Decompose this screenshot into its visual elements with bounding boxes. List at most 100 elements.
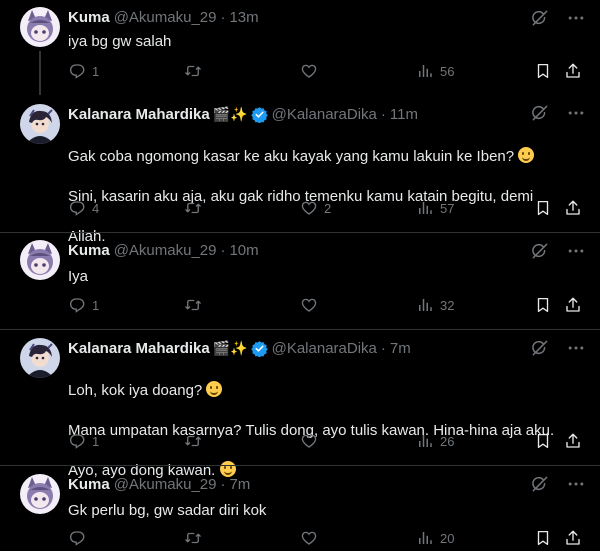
author-handle[interactable]: @KalanaraDika <box>272 106 377 123</box>
grok-icon[interactable] <box>530 338 550 358</box>
tweet-4[interactable]: Kalanara Mahardika 🎬✨ @KalanaraDika · 7m… <box>0 330 600 479</box>
avatar-kuma[interactable] <box>20 474 60 514</box>
avatar-kuma[interactable] <box>20 7 60 47</box>
like-icon <box>300 529 318 547</box>
author-name[interactable]: Kuma <box>68 9 110 26</box>
more-icon[interactable] <box>566 8 586 28</box>
bookmark-button[interactable] <box>534 529 564 547</box>
retweet-button[interactable] <box>184 296 300 314</box>
author-handle[interactable]: @Akumaku_29 <box>114 242 217 259</box>
like-icon <box>300 432 318 450</box>
retweet-icon <box>184 62 202 80</box>
like-button[interactable] <box>300 296 416 314</box>
separator-dot: · <box>220 241 226 259</box>
reply-button[interactable]: 1 <box>68 296 184 314</box>
bookmark-button[interactable] <box>534 432 564 450</box>
timestamp[interactable]: 7m <box>390 340 411 357</box>
tweet-text: Gak coba ngomong kasar ke aku kayak yang… <box>68 127 568 247</box>
share-button[interactable] <box>564 62 582 80</box>
tweet-line-1: Loh, kok iya doang? <box>68 382 203 399</box>
like-button[interactable]: 2 <box>300 199 416 217</box>
smile-emoji-icon <box>206 381 223 397</box>
views-button[interactable]: 57 <box>416 199 534 217</box>
retweet-button[interactable] <box>184 432 300 450</box>
retweet-button[interactable] <box>184 62 300 80</box>
timestamp[interactable]: 10m <box>229 242 258 259</box>
timestamp[interactable]: 11m <box>390 106 418 123</box>
tweet-5[interactable]: Kuma @Akumaku_29 · 7m Gk perlu bg, gw sa… <box>0 466 600 551</box>
bookmark-icon <box>534 529 552 547</box>
reply-button[interactable]: 4 <box>68 199 184 217</box>
views-button[interactable]: 56 <box>416 62 534 80</box>
reply-count: 1 <box>92 433 100 449</box>
views-icon <box>416 199 434 217</box>
author-handle[interactable]: @KalanaraDika <box>272 340 377 357</box>
separator-dot: · <box>380 339 386 357</box>
avatar-kalanara[interactable] <box>20 104 60 144</box>
share-icon <box>564 432 582 450</box>
more-icon[interactable] <box>566 103 586 123</box>
share-icon <box>564 199 582 217</box>
views-button[interactable]: 26 <box>416 432 534 450</box>
view-count: 20 <box>440 530 455 546</box>
timestamp[interactable]: 13m <box>229 9 258 26</box>
avatar-kalanara[interactable] <box>20 338 60 378</box>
share-button[interactable] <box>564 296 582 314</box>
like-button[interactable] <box>300 529 416 547</box>
views-button[interactable]: 32 <box>416 296 534 314</box>
share-button[interactable] <box>564 529 582 547</box>
like-button[interactable] <box>300 432 416 450</box>
author-name[interactable]: Kalanara Mahardika <box>68 106 210 123</box>
share-icon <box>564 529 582 547</box>
reply-icon <box>68 62 86 80</box>
view-count: 56 <box>440 63 455 79</box>
reply-count: 1 <box>92 63 100 79</box>
share-button[interactable] <box>564 199 582 217</box>
tweet-text: Iya <box>68 268 89 285</box>
tweet-3[interactable]: Kuma @Akumaku_29 · 10m Iya 1 32 <box>0 233 600 329</box>
author-name[interactable]: Kuma <box>68 476 110 493</box>
bookmark-button[interactable] <box>534 199 564 217</box>
author-handle[interactable]: @Akumaku_29 <box>114 9 217 26</box>
like-icon <box>300 199 318 217</box>
reply-button[interactable]: 1 <box>68 432 184 450</box>
retweet-icon <box>184 529 202 547</box>
more-icon[interactable] <box>566 338 586 358</box>
reply-icon <box>68 296 86 314</box>
separator-dot: · <box>220 475 226 493</box>
tweet-text: Gk perlu bg, gw sadar diri kok <box>68 502 267 519</box>
tweet-1[interactable]: Kuma @Akumaku_29 · 13m iya bg gw salah 1… <box>0 0 600 95</box>
reply-icon <box>68 432 86 450</box>
retweet-button[interactable] <box>184 529 300 547</box>
retweet-button[interactable] <box>184 199 300 217</box>
author-name[interactable]: Kuma <box>68 242 110 259</box>
author-name[interactable]: Kalanara Mahardika <box>68 340 210 357</box>
grok-icon[interactable] <box>530 241 550 261</box>
bookmark-button[interactable] <box>534 296 564 314</box>
like-count: 2 <box>324 200 332 216</box>
views-button[interactable]: 20 <box>416 529 534 547</box>
more-icon[interactable] <box>566 241 586 261</box>
author-handle[interactable]: @Akumaku_29 <box>114 476 217 493</box>
timestamp[interactable]: 7m <box>229 476 250 493</box>
retweet-icon <box>184 296 202 314</box>
more-icon[interactable] <box>566 474 586 494</box>
reply-icon <box>68 199 86 217</box>
like-button[interactable] <box>300 62 416 80</box>
thread-line <box>39 51 41 95</box>
grok-icon[interactable] <box>530 474 550 494</box>
views-icon <box>416 62 434 80</box>
grok-icon[interactable] <box>530 103 550 123</box>
tweet-2[interactable]: Kalanara Mahardika 🎬✨ @KalanaraDika · 11… <box>0 95 600 245</box>
reply-count: 4 <box>92 200 100 216</box>
bookmark-icon <box>534 62 552 80</box>
bookmark-button[interactable] <box>534 62 564 80</box>
retweet-icon <box>184 199 202 217</box>
share-button[interactable] <box>564 432 582 450</box>
grok-icon[interactable] <box>530 8 550 28</box>
separator-dot: · <box>220 8 226 26</box>
tweet-text: iya bg gw salah <box>68 33 172 50</box>
reply-button[interactable] <box>68 529 184 547</box>
avatar-kuma[interactable] <box>20 240 60 280</box>
reply-button[interactable]: 1 <box>68 62 184 80</box>
